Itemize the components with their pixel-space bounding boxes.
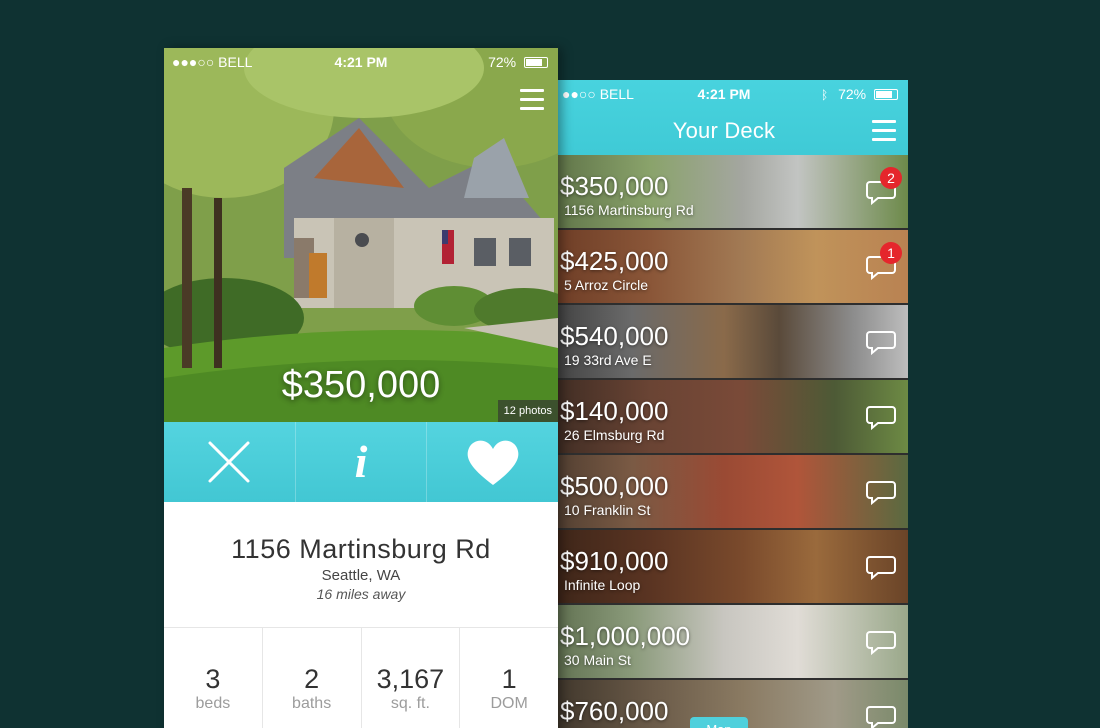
chat-icon[interactable] (866, 704, 896, 728)
chat-icon[interactable] (866, 554, 896, 580)
listing-row[interactable]: $540,000 19 33rd Ave E (540, 305, 908, 378)
listing-address: 19 33rd Ave E (564, 352, 652, 368)
map-button[interactable]: Map (690, 717, 748, 728)
battery-icon (874, 89, 898, 100)
stat-label: DOM (490, 695, 528, 712)
notification-badge: 2 (880, 167, 902, 189)
battery-icon (524, 57, 548, 68)
listing-address: 5 Arroz Circle (564, 277, 649, 293)
listing-row[interactable]: $1,000,000 30 Main St (540, 605, 908, 678)
battery-label: 72% (488, 54, 517, 70)
stat-value: 1 (501, 664, 517, 694)
stat-dom: 1 DOM (460, 628, 558, 728)
listing-city: Seattle, WA (321, 567, 401, 584)
listing-row[interactable]: $910,000 Infinite Loop (540, 530, 908, 603)
stat-value: 3 (205, 664, 221, 694)
close-icon (208, 441, 250, 483)
deck-screen: ●●○○ BELL 4:21 PM ᛒ 72% Your Deck $350,0… (540, 80, 908, 728)
action-bar: i (164, 422, 558, 502)
listing-price: $140,000 (560, 396, 669, 426)
status-bar: ●●○○ BELL 4:21 PM ᛒ 72% (540, 82, 908, 104)
listing-address: 10 Franklin St (564, 502, 651, 518)
menu-icon[interactable] (872, 119, 896, 141)
status-bar: ●●●○○ BELL 4:21 PM 72% (164, 50, 558, 72)
listing-price: $500,000 (560, 471, 669, 501)
chat-icon[interactable] (866, 404, 896, 430)
listing-row[interactable]: $350,000 1156 Martinsburg Rd 2 (540, 155, 908, 228)
stat-baths: 2 baths (263, 628, 362, 728)
heart-icon (467, 440, 519, 485)
battery-indicator: ᛒ 72% (821, 86, 898, 102)
listing-stats: 3 beds 2 baths 3,167 sq. ft. 1 DOM (164, 628, 558, 728)
listing-distance: 16 miles away (316, 586, 406, 602)
info-icon: i (354, 436, 368, 487)
dismiss-button[interactable] (164, 422, 296, 502)
stat-label: baths (292, 695, 332, 712)
menu-icon[interactable] (520, 88, 544, 110)
listing-row[interactable]: $500,000 10 Franklin St (540, 455, 908, 528)
chat-icon[interactable] (866, 329, 896, 355)
stat-beds: 3 beds (164, 628, 263, 728)
listing-screen: ●●●○○ BELL 4:21 PM 72% $350,000 12 photo… (164, 48, 558, 728)
listing-photo[interactable]: ●●●○○ BELL 4:21 PM 72% $350,000 12 photo… (164, 48, 558, 422)
battery-indicator: 72% (488, 54, 548, 70)
listing-price: $910,000 (560, 546, 669, 576)
bluetooth-icon: ᛒ (820, 88, 829, 102)
photo-count-badge[interactable]: 12 photos (497, 400, 558, 422)
favorite-button[interactable] (427, 422, 558, 502)
battery-label: 72% (838, 86, 867, 102)
listing-row[interactable]: $425,000 5 Arroz Circle 1 (540, 230, 908, 303)
listing-address: 30 Main St (564, 652, 631, 668)
chat-icon[interactable] (866, 629, 896, 655)
info-button[interactable]: i (296, 422, 428, 502)
listing-address: 26 Elmsburg Rd (564, 427, 665, 443)
listing-address: 1156 Martinsburg Rd (231, 534, 491, 564)
listing-info: 1156 Martinsburg Rd Seattle, WA 16 miles… (164, 502, 558, 628)
listing-address: Infinite Loop (564, 577, 641, 593)
stat-label: beds (195, 695, 231, 712)
listing-address: 1156 Martinsburg Rd (564, 202, 694, 218)
notification-badge: 1 (880, 242, 902, 264)
listing-price: $425,000 (560, 246, 669, 276)
listing-price: $1,000,000 (560, 621, 691, 651)
page-title: Your Deck (672, 118, 776, 143)
listing-price: $350,000 (560, 171, 669, 201)
listing-row[interactable]: $140,000 26 Elmsburg Rd (540, 380, 908, 453)
listing-price: $540,000 (560, 321, 669, 351)
listing-price: $760,000 (560, 696, 669, 726)
deck-header: ●●○○ BELL 4:21 PM ᛒ 72% Your Deck (540, 80, 908, 155)
deck-list: $350,000 1156 Martinsburg Rd 2 $425,000 … (540, 155, 908, 728)
stat-sqft: 3,167 sq. ft. (362, 628, 461, 728)
stat-value: 3,167 (376, 664, 445, 694)
chat-icon[interactable] (866, 479, 896, 505)
stat-value: 2 (304, 664, 320, 694)
stat-label: sq. ft. (390, 695, 430, 712)
